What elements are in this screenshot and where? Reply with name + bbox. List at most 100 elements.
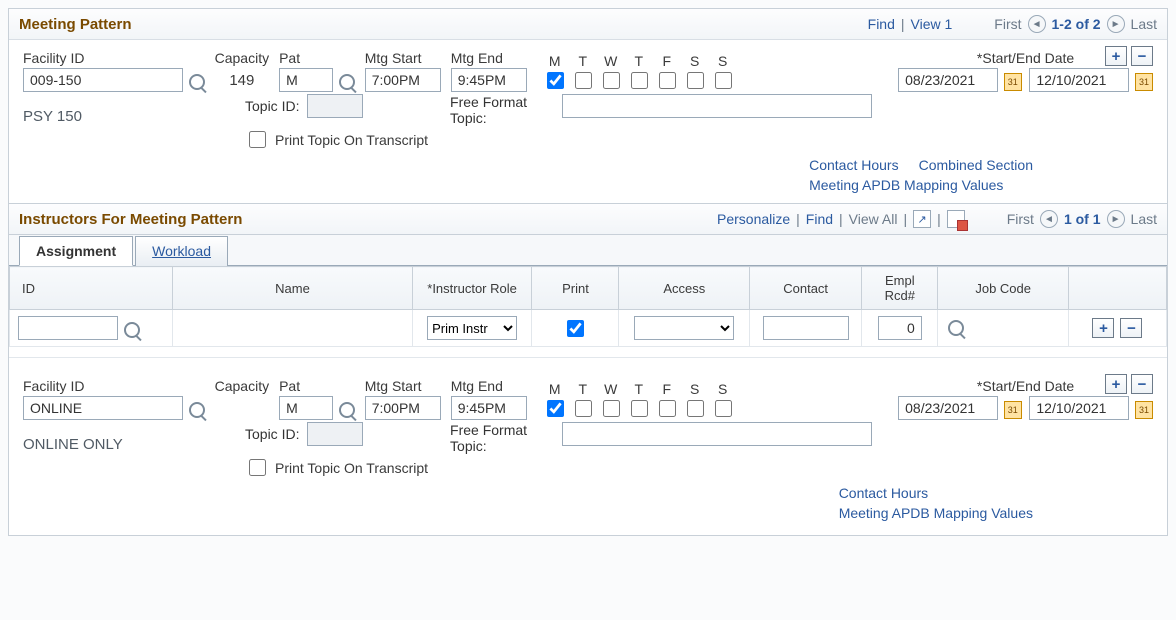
instr-last-label: Last xyxy=(1131,211,1157,227)
end-date-input[interactable] xyxy=(1029,396,1129,420)
contact-hours-link[interactable]: Contact Hours xyxy=(809,157,898,173)
row-counter: 1-2 of 2 xyxy=(1052,16,1101,32)
meeting-apdb-link[interactable]: Meeting APDB Mapping Values xyxy=(839,505,1033,521)
tab-assignment[interactable]: Assignment xyxy=(19,236,133,266)
free-format-topic-label: Free Format Topic: xyxy=(450,422,550,454)
print-topic-checkbox[interactable]: Print Topic On Transcript xyxy=(245,456,428,479)
mtg-start-label: Mtg Start xyxy=(365,50,441,66)
print-topic-checkbox[interactable]: Print Topic On Transcript xyxy=(245,128,428,151)
delete-row-button[interactable]: − xyxy=(1131,46,1153,66)
instructor-empl-input[interactable] xyxy=(878,316,922,340)
facility-description: ONLINE ONLY xyxy=(23,436,223,453)
pat-input[interactable] xyxy=(279,68,333,92)
day-checkbox[interactable] xyxy=(547,72,564,89)
contact-hours-link[interactable]: Contact Hours xyxy=(839,485,928,501)
instr-first-label: First xyxy=(1007,211,1034,227)
day-checkbox[interactable] xyxy=(603,400,620,417)
day-checkboxes: MTWTFSS xyxy=(543,53,735,92)
facility-lookup-icon[interactable] xyxy=(189,402,205,418)
view1-link[interactable]: View 1 xyxy=(911,16,953,32)
day-checkbox[interactable] xyxy=(687,72,704,89)
mtg-end-input[interactable] xyxy=(451,68,527,92)
start-date-input[interactable] xyxy=(898,68,998,92)
day-checkbox[interactable] xyxy=(547,400,564,417)
topic-id-label: Topic ID: xyxy=(245,98,299,114)
end-date-calendar-icon[interactable]: 31 xyxy=(1135,401,1153,419)
day-checkbox[interactable] xyxy=(631,400,648,417)
day-checkbox[interactable] xyxy=(687,400,704,417)
instructor-add-button[interactable]: + xyxy=(1092,318,1114,338)
instructor-print-checkbox[interactable] xyxy=(567,320,584,337)
mtg-start-input[interactable] xyxy=(365,396,441,420)
day-checkbox[interactable] xyxy=(659,400,676,417)
instructor-role-select[interactable]: Prim Instr xyxy=(427,316,517,340)
day-label: T xyxy=(628,53,650,69)
facility-id-label: Facility ID xyxy=(23,50,205,66)
facility-id-input[interactable] xyxy=(23,68,183,92)
download-spreadsheet-icon[interactable] xyxy=(947,210,965,228)
topic-id-input[interactable] xyxy=(307,422,363,446)
facility-lookup-icon[interactable] xyxy=(189,74,205,90)
col-id: ID xyxy=(10,267,173,310)
day-checkbox[interactable] xyxy=(659,72,676,89)
topic-id-input[interactable] xyxy=(307,94,363,118)
prev-row-button[interactable]: ◄ xyxy=(1028,15,1046,33)
instructor-contact-input[interactable] xyxy=(763,316,849,340)
end-date-calendar-icon[interactable]: 31 xyxy=(1135,73,1153,91)
day-checkbox[interactable] xyxy=(715,72,732,89)
instr-next-button[interactable]: ► xyxy=(1107,210,1125,228)
first-label: First xyxy=(994,16,1021,32)
day-checkbox[interactable] xyxy=(603,72,620,89)
instr-prev-button[interactable]: ◄ xyxy=(1040,210,1058,228)
instructor-name-cell xyxy=(173,310,412,347)
job-code-lookup-icon[interactable] xyxy=(948,320,964,336)
facility-description: PSY 150 xyxy=(23,108,223,125)
instructor-access-select[interactable] xyxy=(634,316,734,340)
mtg-end-input[interactable] xyxy=(451,396,527,420)
day-label: S xyxy=(684,53,706,69)
free-format-topic-input[interactable] xyxy=(562,422,872,446)
free-format-topic-input[interactable] xyxy=(562,94,872,118)
combined-section-link[interactable]: Combined Section xyxy=(919,157,1033,173)
meeting-apdb-link[interactable]: Meeting APDB Mapping Values xyxy=(809,177,1003,193)
add-row-button[interactable]: + xyxy=(1105,46,1127,66)
next-row-button[interactable]: ► xyxy=(1107,15,1125,33)
add-row-button[interactable]: + xyxy=(1105,374,1127,394)
start-date-input[interactable] xyxy=(898,396,998,420)
day-label: M xyxy=(544,381,566,397)
popout-icon[interactable] xyxy=(913,210,931,228)
instructor-row: Prim Instr + − xyxy=(10,310,1167,347)
day-checkbox[interactable] xyxy=(631,72,648,89)
day-checkboxes: MTWTFSS xyxy=(543,381,735,420)
capacity-value: 149 xyxy=(229,68,254,92)
instructor-delete-button[interactable]: − xyxy=(1120,318,1142,338)
mtg-start-input[interactable] xyxy=(365,68,441,92)
personalize-link[interactable]: Personalize xyxy=(717,211,790,227)
day-checkbox[interactable] xyxy=(575,400,592,417)
start-date-calendar-icon[interactable]: 31 xyxy=(1004,401,1022,419)
delete-row-button[interactable]: − xyxy=(1131,374,1153,394)
facility-id-input[interactable] xyxy=(23,396,183,420)
day-label: T xyxy=(572,381,594,397)
meeting-pattern-row: + − Facility ID Capacity 149 Pat xyxy=(9,40,1167,368)
find-link[interactable]: Find xyxy=(868,16,895,32)
instructor-id-input[interactable] xyxy=(18,316,118,340)
pat-lookup-icon[interactable] xyxy=(339,402,355,418)
col-name: Name xyxy=(173,267,412,310)
instructors-subpanel: Instructors For Meeting Pattern Personal… xyxy=(9,203,1167,358)
instructors-find-link[interactable]: Find xyxy=(806,211,833,227)
col-job: Job Code xyxy=(938,267,1069,310)
tab-workload[interactable]: Workload xyxy=(135,236,228,266)
col-empl: Empl Rcd# xyxy=(862,267,938,310)
mtg-end-label: Mtg End xyxy=(451,50,527,66)
day-label: F xyxy=(656,53,678,69)
instructor-id-lookup-icon[interactable] xyxy=(124,322,140,338)
end-date-input[interactable] xyxy=(1029,68,1129,92)
start-date-calendar-icon[interactable]: 31 xyxy=(1004,73,1022,91)
pat-input[interactable] xyxy=(279,396,333,420)
pat-lookup-icon[interactable] xyxy=(339,74,355,90)
col-role: *Instructor Role xyxy=(412,267,532,310)
day-checkbox[interactable] xyxy=(575,72,592,89)
day-checkbox[interactable] xyxy=(715,400,732,417)
col-access: Access xyxy=(619,267,750,310)
